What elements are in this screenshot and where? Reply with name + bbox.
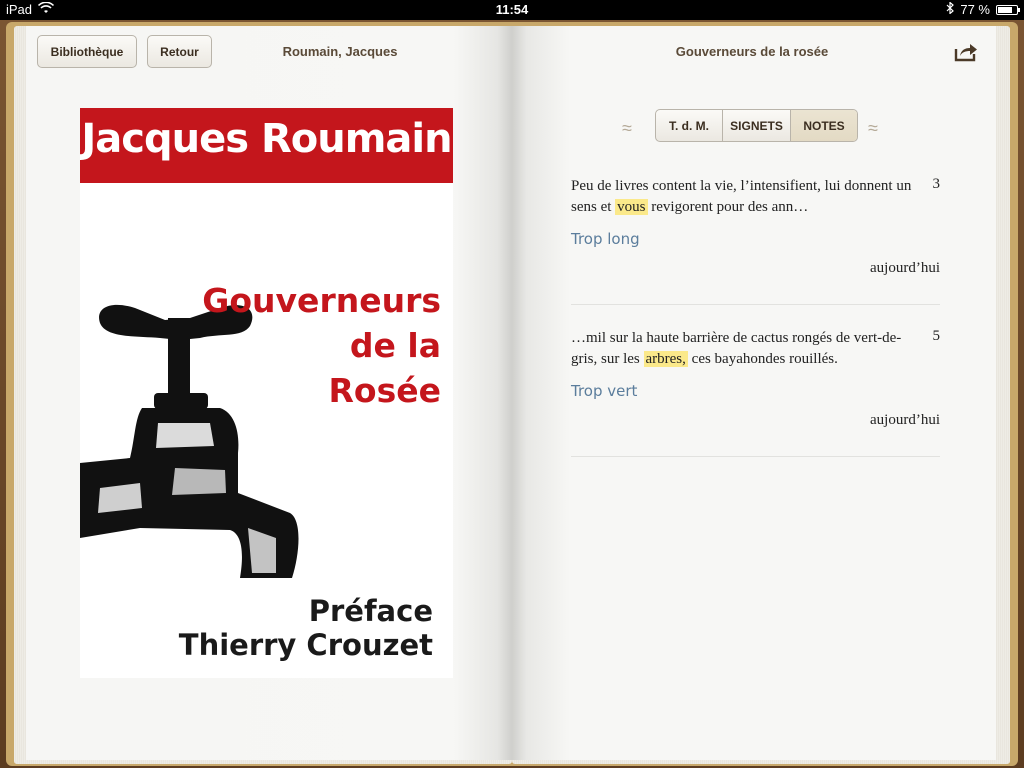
book-cover-image[interactable]: Jacques Roumain Gouverneurs de la Rosée … — [80, 108, 453, 678]
note-page-number: 3 — [932, 176, 941, 192]
share-icon[interactable] — [954, 40, 978, 62]
library-button[interactable]: Bibliothèque — [37, 35, 137, 68]
note-item[interactable]: Peu de livres content la vie, l’intensif… — [571, 176, 940, 277]
tab-toc[interactable]: T. d. M. — [656, 110, 723, 141]
left-flourish-icon: ≈ — [622, 118, 632, 138]
battery-percent: 77 % — [960, 2, 990, 17]
tab-notes[interactable]: NOTES — [791, 110, 857, 141]
tab-bookmarks[interactable]: SIGNETS — [723, 110, 791, 141]
tab-bar: T. d. M. SIGNETS NOTES — [655, 109, 858, 142]
note-divider — [571, 304, 940, 305]
book-title: Gouverneurs de la rosée — [675, 44, 829, 59]
note-comment: Trop vert — [571, 382, 638, 400]
author-title: Roumain, Jacques — [282, 44, 398, 59]
clock: 11:54 — [495, 2, 529, 17]
excerpt-text: ces bayahondes rouillés. — [687, 351, 838, 367]
note-item[interactable]: …mil sur la haute barrière de cactus ron… — [571, 328, 940, 429]
battery-fill — [998, 6, 1012, 13]
cover-preface: Préface Thierry Crouzet — [179, 594, 433, 662]
cover-preface-line: Préface — [308, 594, 433, 628]
note-excerpt: …mil sur la haute barrière de cactus ron… — [571, 328, 940, 370]
cover-preface-line: Thierry Crouzet — [178, 628, 433, 662]
cover-title-line: Rosée — [328, 371, 442, 410]
bluetooth-icon — [946, 1, 955, 17]
cover-title-line: de la — [349, 326, 441, 365]
status-bar: iPad 11:54 77 % — [0, 0, 1024, 20]
battery-icon — [996, 4, 1020, 15]
note-divider — [571, 456, 940, 457]
cover-title-line: Gouverneurs — [202, 281, 441, 320]
note-page-number: 5 — [932, 328, 941, 344]
right-flourish-icon: ≈ — [868, 118, 878, 138]
highlighted-word: arbres, — [643, 351, 688, 367]
highlighted-word: vous — [615, 199, 648, 215]
note-comment: Trop long — [571, 230, 640, 248]
excerpt-text: revigorent pour des ann… — [647, 199, 809, 215]
cover-title: Gouverneurs de la Rosée — [202, 278, 441, 413]
note-date: aujourd’hui — [870, 260, 940, 276]
note-excerpt: Peu de livres content la vie, l’intensif… — [571, 176, 940, 218]
cover-author: Jacques Roumain — [81, 116, 452, 162]
note-date: aujourd’hui — [870, 412, 940, 428]
back-button[interactable]: Retour — [147, 35, 212, 68]
